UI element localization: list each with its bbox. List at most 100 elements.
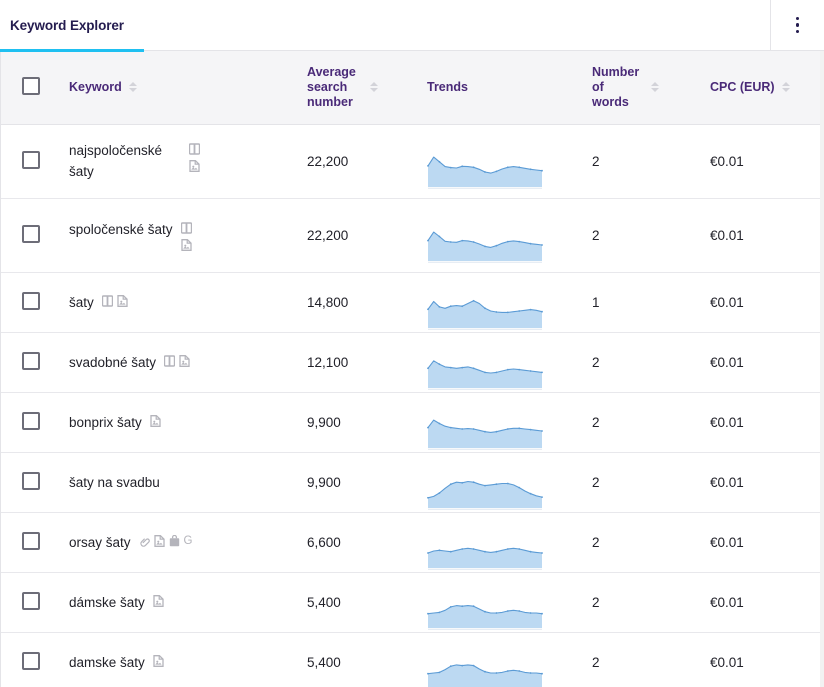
table-row[interactable]: svadobné šaty 12,100 2 €0.01 (1, 332, 820, 392)
keyword-cell: spoločenské šaty (69, 198, 307, 272)
kebab-dot-icon (795, 23, 800, 27)
cpc-cell: €0.01 (710, 512, 820, 572)
page-icon[interactable] (153, 594, 164, 607)
keyword-text: spoločenské šaty (69, 222, 173, 237)
average-search-number-cell: 6,600 (307, 512, 427, 572)
keyword-cell: šaty na svadbu (69, 452, 307, 512)
tab-label: Keyword Explorer (10, 18, 124, 33)
row-checkbox[interactable] (22, 471, 40, 490)
keyword-text: bonprix šaty (69, 414, 142, 430)
page-icon[interactable] (179, 354, 190, 367)
link-icon[interactable] (139, 535, 150, 547)
average-search-number-cell: 9,900 (307, 452, 427, 512)
keyword-badges (153, 592, 164, 607)
page-icon[interactable] (153, 654, 164, 667)
number-of-words-value: 1 (592, 294, 600, 310)
average-search-number-value: 22,200 (307, 227, 349, 243)
sort-arrows-icon[interactable] (370, 82, 378, 93)
average-search-number-value: 5,400 (307, 654, 341, 670)
trends-cell (427, 332, 592, 392)
average-search-number-value: 5,400 (307, 594, 341, 610)
overflow-menu-button[interactable] (771, 0, 824, 50)
row-checkbox[interactable] (22, 291, 40, 310)
table-row[interactable]: šaty na svadbu 9,900 2 €0.01 (1, 452, 820, 512)
column-header-keyword[interactable]: Keyword (69, 51, 307, 125)
keyword-badges (164, 352, 190, 367)
column-header-trends: Trends (427, 51, 592, 125)
table-row[interactable]: najspoločenské šaty 22,200 2 €0.01 (1, 124, 820, 198)
average-search-number-cell: 5,400 (307, 572, 427, 632)
keyword-explorer-page: Keyword Explorer Keyword Average search … (0, 0, 824, 687)
keyword-cell: svadobné šaty (69, 332, 307, 392)
row-checkbox[interactable] (22, 591, 40, 610)
average-search-number-value: 12,100 (307, 354, 349, 370)
average-search-number-cell: 12,100 (307, 332, 427, 392)
keyword-badges (180, 219, 192, 251)
column-header-number-of-words[interactable]: Number of words (592, 51, 710, 125)
row-select-cell (1, 452, 69, 512)
average-search-number-cell: 9,900 (307, 392, 427, 452)
average-search-number-value: 9,900 (307, 414, 341, 430)
column-header-number-of-words-label: Number of words (592, 64, 640, 109)
page-icon[interactable] (150, 414, 161, 427)
cpc-cell: €0.01 (710, 632, 820, 687)
table-row[interactable]: orsay šaty G 6,600 2 €0.01 (1, 512, 820, 572)
table-row[interactable]: spoločenské šaty 22,200 2 €0.01 (1, 198, 820, 272)
table-row[interactable]: damske šaty 5,400 2 €0.01 (1, 632, 820, 687)
trends-cell (427, 452, 592, 512)
row-checkbox[interactable] (22, 531, 40, 550)
row-checkbox[interactable] (22, 224, 40, 243)
keyword-cell: dámske šaty (69, 572, 307, 632)
row-select-cell (1, 124, 69, 198)
keyword-text: šaty (69, 294, 94, 310)
column-header-cpc[interactable]: CPC (EUR) (710, 51, 820, 125)
keyword-table: Keyword Average search number Trends Num… (1, 51, 820, 687)
keyword-badges: G (139, 532, 195, 547)
row-select-cell (1, 332, 69, 392)
number-of-words-cell: 2 (592, 392, 710, 452)
row-checkbox[interactable] (22, 411, 40, 430)
cpc-cell: €0.01 (710, 198, 820, 272)
keyword-cell: najspoločenské šaty (69, 124, 307, 198)
page-icon[interactable] (189, 160, 200, 172)
cpc-value: €0.01 (710, 354, 744, 370)
page-icon[interactable] (117, 294, 128, 307)
select-all-checkbox[interactable] (22, 76, 40, 95)
number-of-words-cell: 2 (592, 512, 710, 572)
table-row[interactable]: dámske šaty 5,400 2 €0.01 (1, 572, 820, 632)
keyword-text: svadobné šaty (69, 354, 157, 370)
book-icon[interactable] (189, 143, 200, 155)
cpc-cell: €0.01 (710, 452, 820, 512)
sort-arrows-icon[interactable] (128, 82, 137, 93)
table-body: najspoločenské šaty 22,200 2 €0.01 spoločens… (1, 124, 820, 687)
page-icon[interactable] (180, 239, 192, 251)
number-of-words-cell: 2 (592, 332, 710, 392)
book-icon[interactable] (180, 222, 192, 234)
tab-keyword-explorer[interactable]: Keyword Explorer (0, 0, 144, 52)
keyword-text: orsay šaty (69, 534, 131, 550)
page-icon[interactable] (153, 534, 165, 547)
trends-cell (427, 632, 592, 687)
number-of-words-cell: 2 (592, 452, 710, 512)
number-of-words-cell: 1 (592, 272, 710, 332)
column-header-select-all (1, 51, 69, 125)
keyword-table-container: Keyword Average search number Trends Num… (0, 51, 820, 687)
keyword-cell: bonprix šaty (69, 392, 307, 452)
trends-cell (427, 198, 592, 272)
book-icon[interactable] (101, 294, 113, 307)
sort-arrows-icon[interactable] (781, 82, 790, 93)
table-row[interactable]: bonprix šaty 9,900 2 €0.01 (1, 392, 820, 452)
column-header-average-search-number[interactable]: Average search number (307, 51, 427, 125)
row-checkbox[interactable] (22, 351, 40, 370)
row-checkbox[interactable] (22, 150, 40, 169)
row-select-cell (1, 198, 69, 272)
google-icon[interactable]: G (184, 535, 195, 547)
number-of-words-value: 2 (592, 474, 600, 490)
tab-bar-spacer (144, 0, 770, 50)
row-checkbox[interactable] (22, 651, 40, 670)
book-icon[interactable] (164, 354, 176, 367)
sort-arrows-icon[interactable] (651, 82, 659, 93)
table-header-row: Keyword Average search number Trends Num… (1, 51, 820, 125)
bag-icon[interactable] (169, 534, 180, 547)
table-row[interactable]: šaty 14,800 1 €0.01 (1, 272, 820, 332)
